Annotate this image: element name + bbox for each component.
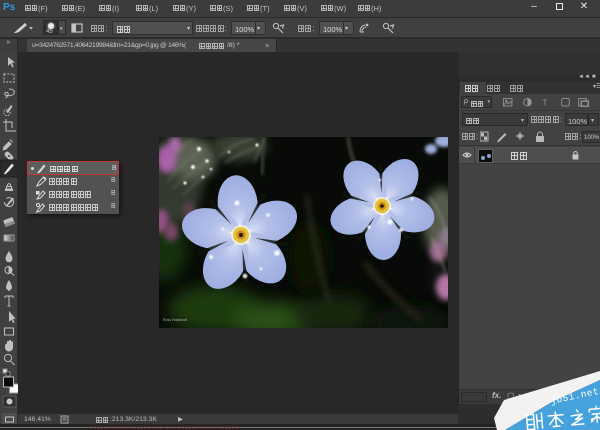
svg-text:Ross Hoddinott: Ross Hoddinott bbox=[163, 318, 187, 322]
svg-text:T: T bbox=[542, 98, 547, 107]
